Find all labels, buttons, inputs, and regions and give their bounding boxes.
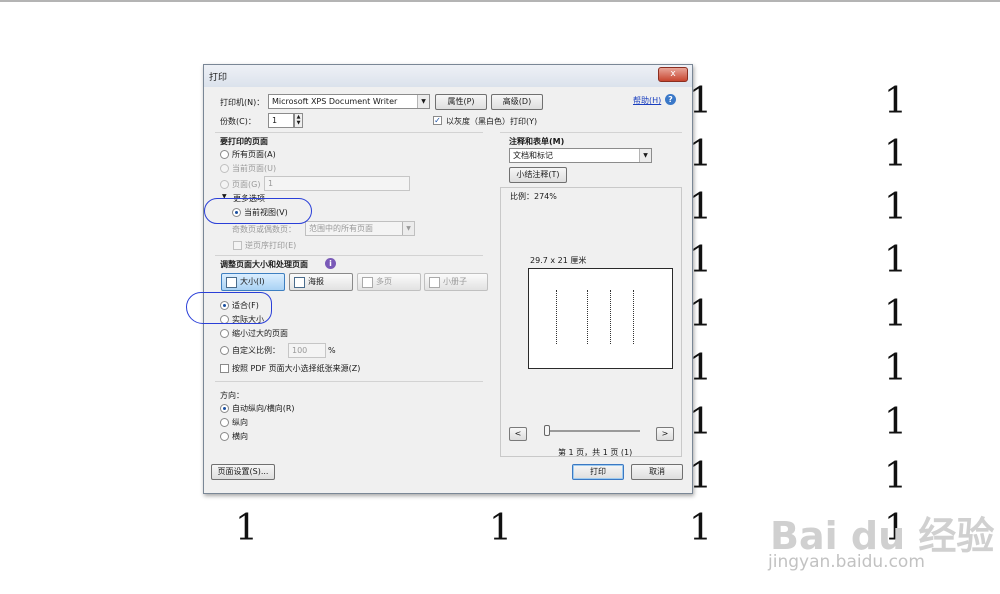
copies-input[interactable]: 1 [268,113,294,128]
sizing-heading: 调整页面大小和处理页面 [220,260,308,269]
background-digit: 1 [884,348,907,389]
odd-even-value: 范围中的所有页面 [309,224,373,233]
annotation-circle-current-view [204,198,312,224]
odd-even-select[interactable]: 范围中的所有页面 ▼ [305,221,415,236]
custom-scale-label: 自定义比例： [232,346,280,355]
chevron-down-icon: ▼ [402,222,414,235]
grayscale-checkbox[interactable]: ✓ [433,116,442,125]
page-slider-track[interactable] [544,430,640,432]
page-setup-button[interactable]: 页面设置(S)... [211,464,275,480]
comments-select[interactable]: 文档和标记 ▼ [509,148,652,163]
page-slider-thumb[interactable] [544,425,550,436]
dialog-title: 打印 [209,73,228,83]
orientation-group-divider [215,381,483,382]
page-range-label: 页面(G) [232,180,261,189]
pages-heading: 要打印的页面 [220,137,268,146]
print-button[interactable]: 打印 [572,464,624,480]
tab-poster[interactable]: 海报 [289,273,353,291]
preview-text-column [610,290,611,344]
background-digit: 1 [884,456,907,497]
prev-page-button[interactable]: < [509,427,527,441]
copies-stepper[interactable]: ▲ ▼ [294,113,303,128]
tab-multiple-label: 多页 [376,277,392,286]
custom-scale-input[interactable]: 100 [288,343,326,358]
background-digit: 1 [689,508,712,549]
baidu-watermark-url: jingyan.baidu.com [768,552,925,572]
current-page-label: 当前页面(U) [232,164,277,173]
preview-text-column [633,290,634,344]
multiple-pages-icon [362,277,373,288]
landscape-radio[interactable] [220,432,229,441]
sizing-group-divider [215,255,483,256]
tab-booklet[interactable]: 小册子 [424,273,488,291]
page-range-radio[interactable] [220,180,229,189]
odd-even-label: 奇数页或偶数页： [232,225,296,234]
percent-label: % [328,346,336,355]
tab-booklet-label: 小册子 [443,277,467,286]
shrink-radio[interactable] [220,329,229,338]
page-range-input[interactable]: 1 [264,176,410,191]
reverse-order-label: 逆页序打印(E) [245,241,297,250]
info-icon[interactable]: i [325,258,336,269]
current-page-radio[interactable] [220,164,229,173]
background-digit: 1 [884,81,907,122]
preview-text-column [587,290,588,344]
background-digit: 1 [235,508,258,549]
grayscale-label: 以灰度（黑白色）打印(Y) [446,117,538,126]
cancel-button[interactable]: 取消 [631,464,683,480]
reverse-order-checkbox[interactable] [233,241,242,250]
tab-size[interactable]: 大小(I) [221,273,285,291]
all-pages-radio[interactable] [220,150,229,159]
comments-heading: 注释和表单(M) [509,137,565,146]
next-page-button[interactable]: > [656,427,674,441]
comments-select-value: 文档和标记 [513,151,553,160]
landscape-label: 横向 [232,432,248,441]
preview-text-column [556,290,557,344]
background-digit: 1 [884,187,907,228]
choose-paper-checkbox[interactable] [220,364,229,373]
background-digit: 1 [884,294,907,335]
annotation-circle-fit [186,292,272,324]
portrait-radio[interactable] [220,418,229,427]
paper-size-label: 29.7 x 21 厘米 [530,256,587,265]
background-digit: 1 [884,240,907,281]
summarize-comments-button[interactable]: 小结注释(T) [509,167,567,183]
close-button[interactable]: x [658,67,688,82]
auto-orientation-label: 自动纵向/横向(R) [232,404,295,413]
custom-scale-radio[interactable] [220,346,229,355]
top-border [0,0,1000,2]
scale-label: 比例：274% [510,192,557,201]
tab-multiple[interactable]: 多页 [357,273,421,291]
all-pages-label: 所有页面(A) [232,150,276,159]
auto-orientation-radio[interactable] [220,404,229,413]
background-digit: 1 [489,508,512,549]
page-info-label: 第 1 页，共 1 页 (1) [558,448,633,457]
shrink-label: 缩小过大的页面 [232,329,288,338]
tab-poster-label: 海报 [308,277,324,286]
orientation-heading: 方向： [220,391,244,400]
size-icon [226,277,237,288]
choose-paper-label: 按照 PDF 页面大小选择纸张来源(Z) [232,364,361,373]
tab-size-label: 大小(I) [240,277,265,286]
portrait-label: 纵向 [232,418,248,427]
title-bar: 打印 x [204,65,692,87]
properties-button[interactable]: 属性(P) [435,94,487,110]
background-digit: 1 [884,134,907,175]
printer-select[interactable]: Microsoft XPS Document Writer ▼ [268,94,430,109]
help-icon[interactable]: ? [665,94,676,105]
printer-label: 打印机(N)： [220,98,265,107]
copies-label: 份数(C)： [220,117,256,126]
pages-group-divider [215,132,483,133]
background-digit: 1 [884,402,907,443]
booklet-icon [429,277,440,288]
chevron-down-icon: ▼ [639,149,651,162]
chevron-down-icon: ▼ [417,95,429,108]
comments-group-divider [500,132,682,133]
help-link[interactable]: 帮助(H) [633,95,661,106]
advanced-button[interactable]: 高级(D) [491,94,543,110]
page-preview [528,268,673,369]
poster-icon [294,277,305,288]
printer-select-value: Microsoft XPS Document Writer [272,97,398,106]
